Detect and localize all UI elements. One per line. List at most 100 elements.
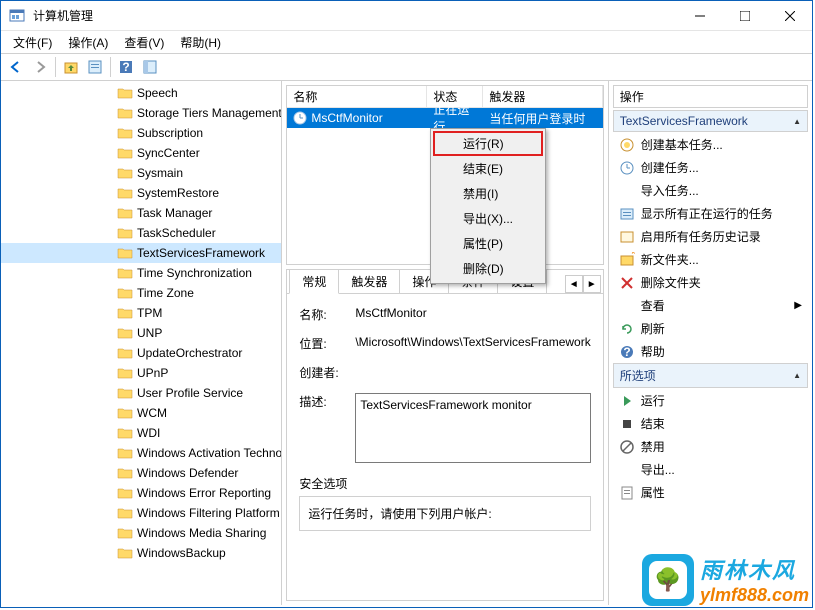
forward-button[interactable] [29,56,51,78]
tree-item-label: UpdateOrchestrator [137,346,242,360]
tree-item[interactable]: Storage Tiers Management [1,103,281,123]
tree-item[interactable]: Task Manager [1,203,281,223]
tree-item-label: Subscription [137,126,203,140]
tree-item[interactable]: User Profile Service [1,383,281,403]
props-button[interactable] [84,56,106,78]
folder-icon [117,426,133,440]
action-show-running[interactable]: 显示所有正在运行的任务 [613,202,808,225]
lbl-security: 安全选项 [299,475,590,492]
tree-item[interactable]: Subscription [1,123,281,143]
lbl-name: 名称: [299,306,355,323]
tree-scroll[interactable]: Speech Storage Tiers Management Subscripti… [1,81,281,605]
tab-prev[interactable]: ◄ [565,275,583,293]
action-enable-history[interactable]: 启用所有任务历史记录 [613,225,808,248]
tree-item-label: WDI [137,426,160,440]
history-icon [619,229,635,245]
tree-item-label: Windows Media Sharing [137,526,266,540]
tree-item[interactable]: UNP [1,323,281,343]
svg-text:?: ? [122,60,129,74]
cm-disable[interactable]: 禁用(I) [433,181,543,206]
folder-icon [117,246,133,260]
tree-item-label: User Profile Service [137,386,243,400]
menu-help[interactable]: 帮助(H) [172,32,229,53]
props-icon [619,485,635,501]
actions-section-1[interactable]: TextServicesFramework▲ [613,110,808,132]
tree-item[interactable]: UpdateOrchestrator [1,343,281,363]
action-properties[interactable]: 属性 [613,481,808,504]
cm-end[interactable]: 结束(E) [433,156,543,181]
cm-properties[interactable]: 属性(P) [433,231,543,256]
tree-item[interactable]: Windows Defender [1,463,281,483]
tree-item[interactable]: TPM [1,303,281,323]
help-button[interactable]: ? [115,56,137,78]
tree-item[interactable]: TaskScheduler [1,223,281,243]
panel-button[interactable] [139,56,161,78]
close-button[interactable] [767,1,812,30]
tab-next[interactable]: ► [583,275,601,293]
refresh-icon [619,321,635,337]
tab-triggers[interactable]: 触发器 [338,269,400,293]
menu-view[interactable]: 查看(V) [116,32,172,53]
task-row[interactable]: MsCtfMonitor 正在运行 当任何用户登录时 [287,108,602,128]
tree-item-label: Time Zone [137,286,194,300]
lbl-runwhen: 运行任务时，请使用下列用户帐户: [308,507,491,521]
action-run[interactable]: 运行 [613,389,808,412]
help-icon: ? [619,344,635,360]
back-button[interactable] [5,56,27,78]
menu-action[interactable]: 操作(A) [60,32,116,53]
tree-item[interactable]: Windows Error Reporting [1,483,281,503]
action-create-task[interactable]: 创建任务... [613,156,808,179]
folder-icon [117,266,133,280]
folder-icon [117,506,133,520]
tree-item[interactable]: Windows Activation Technologies [1,443,281,463]
tab-general[interactable]: 常规 [289,269,339,294]
task-icon [619,160,635,176]
minimize-button[interactable] [677,1,722,30]
context-menu: 运行(R) 结束(E) 禁用(I) 导出(X)... 属性(P) 删除(D) [430,128,546,284]
watermark-line2: ylmf888.com [700,585,809,606]
import-icon [619,183,635,199]
tree-item[interactable]: Windows Filtering Platform [1,503,281,523]
tree-item[interactable]: Time Zone [1,283,281,303]
val-location: \Microsoft\Windows\TextServicesFramework [355,335,590,349]
maximize-button[interactable] [722,1,767,30]
val-description[interactable] [355,393,590,463]
tree-item-label: Windows Activation Technologies [137,446,281,460]
action-disable[interactable]: 禁用 [613,435,808,458]
action-create-basic[interactable]: 创建基本任务... [613,133,808,156]
tree-item[interactable]: SyncCenter [1,143,281,163]
tree-item[interactable]: Speech [1,83,281,103]
menu-file[interactable]: 文件(F) [5,32,60,53]
cm-delete[interactable]: 删除(D) [433,256,543,281]
action-export[interactable]: 导出... [613,458,808,481]
folder-icon [117,86,133,100]
tree-item[interactable]: UPnP [1,363,281,383]
tree-item[interactable]: Windows Media Sharing [1,523,281,543]
col-trigger[interactable]: 触发器 [483,86,602,107]
action-refresh[interactable]: 刷新 [613,317,808,340]
cm-export[interactable]: 导出(X)... [433,206,543,231]
toolbar: ? [1,53,812,81]
tree-item-label: Storage Tiers Management [137,106,281,120]
action-delete-folder[interactable]: 删除文件夹 [613,271,808,294]
col-name[interactable]: 名称 [287,86,427,107]
action-view[interactable]: 查看▶ [613,294,808,317]
tree-item[interactable]: WDI [1,423,281,443]
tree-item[interactable]: SystemRestore [1,183,281,203]
menubar: 文件(F) 操作(A) 查看(V) 帮助(H) [1,31,812,53]
actions-section-2[interactable]: 所选项▲ [613,363,808,388]
collapse-icon: ▲ [793,371,801,380]
tree-item[interactable]: WCM [1,403,281,423]
cm-run[interactable]: 运行(R) [433,131,543,156]
clock-icon [293,111,307,125]
export-icon [619,462,635,478]
action-end[interactable]: 结束 [613,412,808,435]
tree-item[interactable]: Sysmain [1,163,281,183]
action-help[interactable]: ?帮助 [613,340,808,363]
tree-item[interactable]: Time Synchronization [1,263,281,283]
action-import[interactable]: 导入任务... [613,179,808,202]
action-new-folder[interactable]: *新文件夹... [613,248,808,271]
tree-item[interactable]: TextServicesFramework [1,243,281,263]
tree-item[interactable]: WindowsBackup [1,543,281,563]
up-button[interactable] [60,56,82,78]
